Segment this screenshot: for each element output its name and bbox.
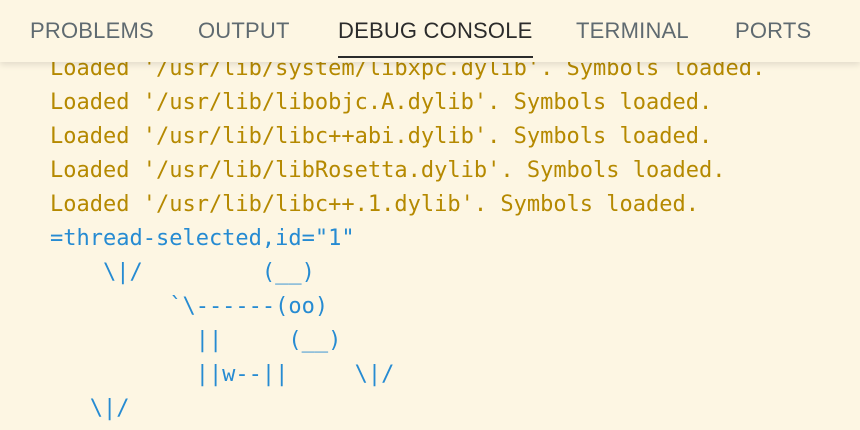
panel-tab-bar: PROBLEMS OUTPUT DEBUG CONSOLE TERMINAL P… [0, 0, 860, 62]
console-ascii-art-line: || (__) [50, 328, 342, 353]
console-line-thread-selected: =thread-selected,id="1" [50, 226, 355, 251]
tab-debug-console[interactable]: DEBUG CONSOLE [338, 18, 533, 58]
console-line-loaded-libcxx: Loaded '/usr/lib/libc++.1.dylib'. Symbol… [50, 192, 700, 217]
console-line-loaded-libcxxabi: Loaded '/usr/lib/libc++abi.dylib'. Symbo… [50, 124, 713, 149]
console-ascii-art-line: \|/ [50, 396, 130, 421]
console-ascii-art-line: \|/ (__) [50, 260, 315, 285]
console-line-loaded-librosetta: Loaded '/usr/lib/libRosetta.dylib'. Symb… [50, 158, 726, 183]
tab-output[interactable]: OUTPUT [198, 18, 290, 52]
tab-problems[interactable]: PROBLEMS [30, 18, 154, 52]
console-ascii-art-line: `\------(oo) [50, 294, 329, 319]
debug-console-output[interactable]: Loaded '/usr/lib/system/libxpc.dylib'. S… [0, 52, 860, 430]
console-ascii-art-line: ||w--|| \|/ [50, 362, 395, 387]
tab-debug-console-label: DEBUG CONSOLE [338, 18, 533, 43]
debug-panel: PROBLEMS OUTPUT DEBUG CONSOLE TERMINAL P… [0, 0, 860, 430]
active-tab-indicator [338, 56, 533, 58]
tab-ports[interactable]: PORTS [735, 18, 811, 52]
console-line-loaded-libobjc: Loaded '/usr/lib/libobjc.A.dylib'. Symbo… [50, 90, 713, 115]
tab-terminal[interactable]: TERMINAL [576, 18, 689, 52]
